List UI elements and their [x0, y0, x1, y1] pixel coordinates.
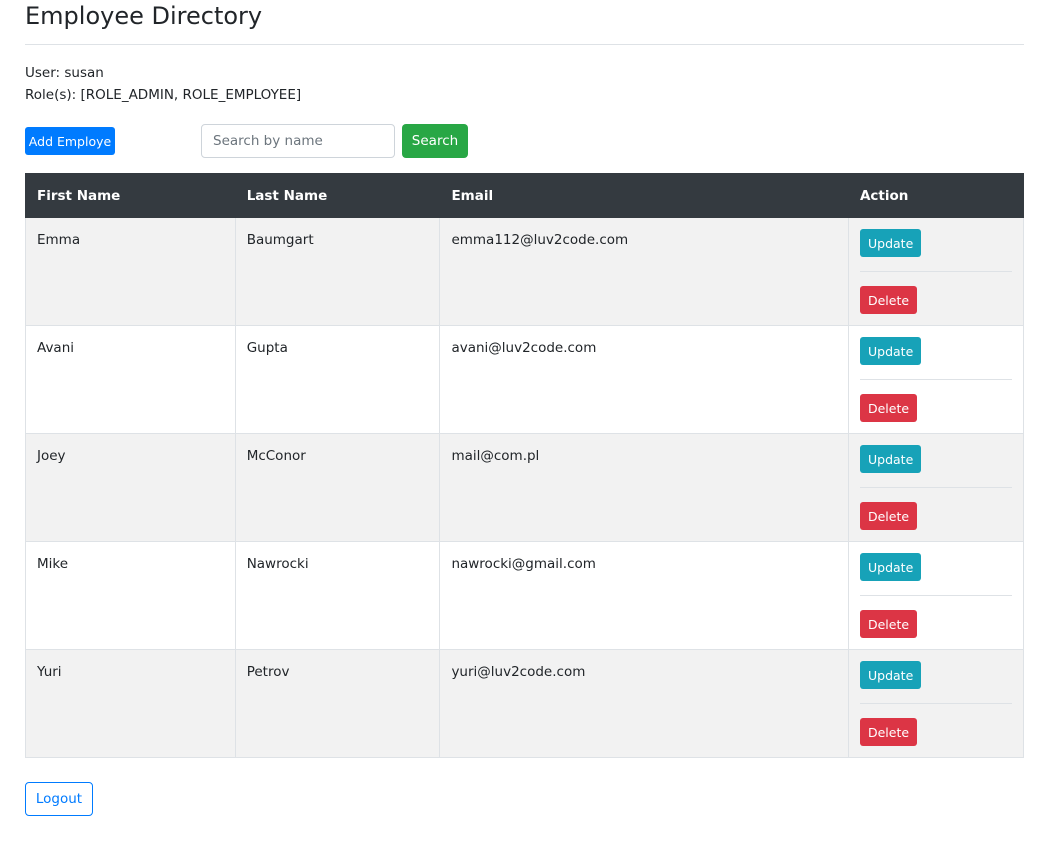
header-action: Action	[847, 173, 1025, 218]
delete-button[interactable]: Delete	[859, 286, 918, 314]
table-header-row: First Name Last Name Email Action	[25, 173, 1025, 218]
header-first-name: First Name	[25, 173, 236, 218]
cell-last-name: McConor	[234, 433, 441, 542]
search-button[interactable]: Search	[402, 124, 468, 158]
cell-email: avani@luv2code.com	[439, 325, 849, 434]
cell-email: mail@com.pl	[439, 433, 849, 542]
cell-first-name: Emma	[25, 217, 236, 326]
cell-first-name: Joey	[25, 433, 236, 542]
update-button[interactable]: Update	[859, 553, 922, 581]
table-row: Avani Gupta avani@luv2code.com Update De…	[25, 325, 1025, 434]
cell-email: emma112@luv2code.com	[439, 217, 849, 326]
action-divider	[859, 703, 1012, 704]
cell-last-name: Baumgart	[234, 217, 441, 326]
action-divider	[859, 487, 1012, 488]
cell-email: nawrocki@gmail.com	[439, 541, 849, 650]
search-input[interactable]	[201, 124, 395, 158]
cell-last-name: Petrov	[234, 649, 441, 758]
cell-first-name: Mike	[25, 541, 236, 650]
header-last-name: Last Name	[234, 173, 441, 218]
header-email: Email	[439, 173, 849, 218]
delete-button[interactable]: Delete	[859, 394, 918, 422]
update-button[interactable]: Update	[859, 337, 922, 365]
action-divider	[859, 595, 1012, 596]
cell-last-name: Nawrocki	[234, 541, 441, 650]
cell-action: Update Delete	[847, 649, 1025, 758]
title-divider	[25, 44, 1024, 45]
user-roles: Role(s): [ROLE_ADMIN, ROLE_EMPLOYEE]	[25, 87, 302, 103]
employee-table: First Name Last Name Email Action Emma B…	[25, 173, 1025, 758]
table-row: Joey McConor mail@com.pl Update Delete	[25, 433, 1025, 542]
cell-first-name: Yuri	[25, 649, 236, 758]
cell-action: Update Delete	[847, 217, 1025, 326]
cell-action: Update Delete	[847, 325, 1025, 434]
update-button[interactable]: Update	[859, 445, 922, 473]
cell-action: Update Delete	[847, 541, 1025, 650]
delete-button[interactable]: Delete	[859, 610, 918, 638]
cell-action: Update Delete	[847, 433, 1025, 542]
delete-button[interactable]: Delete	[859, 502, 918, 530]
action-divider	[859, 379, 1012, 380]
user-info: User: susan Role(s): [ROLE_ADMIN, ROLE_E…	[25, 62, 301, 106]
table-row: Yuri Petrov yuri@luv2code.com Update Del…	[25, 649, 1025, 758]
logout-button[interactable]: Logout	[25, 782, 93, 816]
update-button[interactable]: Update	[859, 661, 922, 689]
action-divider	[859, 271, 1012, 272]
cell-email: yuri@luv2code.com	[439, 649, 849, 758]
add-employee-button[interactable]: Add Employe	[25, 127, 115, 155]
table-row: Emma Baumgart emma112@luv2code.com Updat…	[25, 217, 1025, 326]
page-title: Employee Directory	[25, 2, 263, 30]
table-row: Mike Nawrocki nawrocki@gmail.com Update …	[25, 541, 1025, 650]
update-button[interactable]: Update	[859, 229, 922, 257]
cell-last-name: Gupta	[234, 325, 441, 434]
cell-first-name: Avani	[25, 325, 236, 434]
user-name: User: susan	[25, 65, 104, 81]
delete-button[interactable]: Delete	[859, 718, 918, 746]
